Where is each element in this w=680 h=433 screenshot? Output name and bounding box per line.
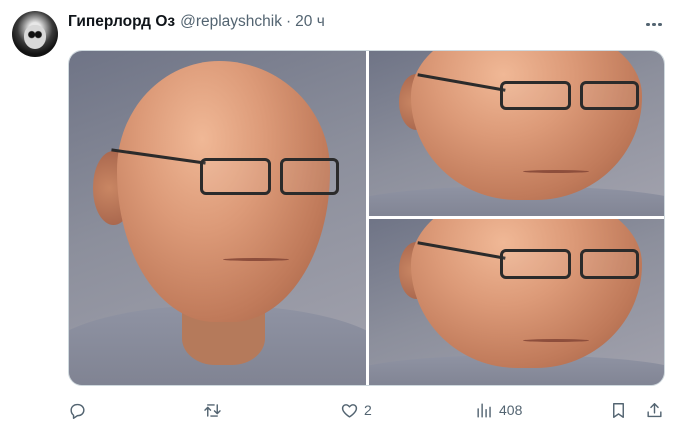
share-button[interactable] xyxy=(645,396,664,424)
tweet-media-grid xyxy=(68,50,665,386)
media-photo-3[interactable] xyxy=(369,219,664,385)
tweet-action-bar: 2 408 xyxy=(0,396,680,424)
more-options-button[interactable] xyxy=(640,12,668,32)
author-handle[interactable]: @replayshchik xyxy=(180,13,282,31)
author-avatar[interactable] xyxy=(12,11,58,57)
share-icon xyxy=(647,402,662,417)
heart-icon xyxy=(341,403,358,418)
like-count: 2 xyxy=(364,402,372,418)
reply-button[interactable] xyxy=(68,396,92,424)
bookmark-icon xyxy=(613,402,624,418)
tweet-header: Гиперлорд Оз @replayshchik · 20 ч xyxy=(68,11,325,33)
view-count: 408 xyxy=(499,402,523,418)
media-photo-1[interactable] xyxy=(69,51,366,385)
author-name[interactable]: Гиперлорд Оз xyxy=(68,13,175,31)
tweet-timestamp[interactable]: 20 ч xyxy=(295,13,325,31)
bookmark-button[interactable] xyxy=(609,396,628,424)
header-separator: · xyxy=(285,13,292,30)
media-photo-2[interactable] xyxy=(369,51,664,216)
more-horizontal-icon xyxy=(645,13,663,31)
views-button[interactable]: 408 xyxy=(475,396,522,424)
like-button[interactable]: 2 xyxy=(340,396,372,424)
views-chart-icon xyxy=(477,402,491,418)
reply-icon xyxy=(70,403,85,419)
retweet-icon xyxy=(204,403,221,417)
retweet-button[interactable] xyxy=(203,396,227,424)
